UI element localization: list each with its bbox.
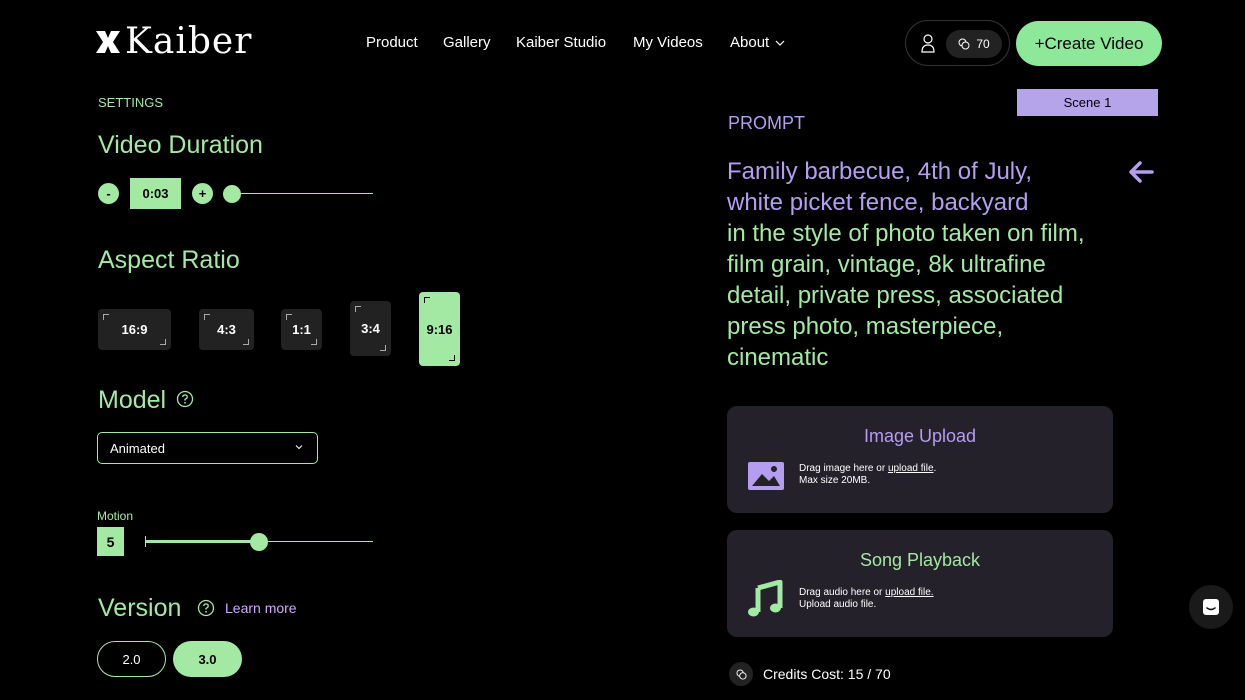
corner-mark <box>311 339 317 345</box>
corner-mark <box>243 339 249 345</box>
aspect-4-3-label: 4:3 <box>217 322 236 337</box>
credits-cost: Credits Cost: 15 / 70 <box>729 662 891 686</box>
video-duration-title: Video Duration <box>98 131 263 159</box>
corner-mark <box>449 355 455 361</box>
aspect-9-16-label: 9:16 <box>426 321 453 337</box>
song-playback-hint: Drag audio here or <box>799 587 886 598</box>
version-title: Version <box>98 594 182 622</box>
prompt-style-line: film grain, vintage, 8k ultrafine <box>727 251 1046 278</box>
back-arrow-icon[interactable] <box>1128 160 1154 184</box>
help-icon[interactable] <box>176 390 194 408</box>
aspect-4-3-option[interactable]: 4:3 <box>199 309 254 350</box>
corner-mark <box>103 314 109 320</box>
learn-more-link[interactable]: Learn more <box>225 600 297 616</box>
coins-icon <box>958 38 970 50</box>
image-upload-description: Drag image here or upload file. Max size… <box>799 463 936 487</box>
version-2-0-button[interactable]: 2.0 <box>97 641 166 677</box>
duration-slider-track[interactable] <box>223 193 373 194</box>
credits-cost-badge <box>729 662 753 686</box>
corner-mark <box>380 345 386 351</box>
prompt-text[interactable]: Family barbecue, 4th of July, white pick… <box>727 156 1127 373</box>
prompt-style-line: cinematic <box>727 344 829 371</box>
song-upload-file-link[interactable]: upload file. <box>885 587 933 598</box>
image-upload-size-limit: Max size 20MB. <box>799 475 871 486</box>
chevron-down-icon <box>295 445 303 450</box>
logo-text: Kaiber <box>125 21 253 62</box>
account-pill[interactable]: 70 <box>905 20 1010 66</box>
model-select[interactable]: Animated <box>97 432 318 464</box>
prompt-label: PROMPT <box>728 113 806 133</box>
motion-value[interactable]: 5 <box>97 527 124 556</box>
image-upload-card[interactable]: Image Upload Drag image here or upload f… <box>727 406 1113 513</box>
model-select-value: Animated <box>110 440 165 456</box>
aspect-ratio-title: Aspect Ratio <box>98 246 240 274</box>
corner-mark <box>160 339 166 345</box>
prompt-style-line: in the style of photo taken on film, <box>727 220 1085 247</box>
nav-kaiber-studio[interactable]: Kaiber Studio <box>516 34 606 51</box>
nav-about-label: About <box>730 34 770 51</box>
corner-mark <box>204 314 210 320</box>
chat-icon <box>1203 599 1219 615</box>
image-icon <box>748 462 784 490</box>
song-playback-description: Drag audio here or upload file. Upload a… <box>799 587 934 611</box>
version-3-0-button[interactable]: 3.0 <box>173 641 242 677</box>
corner-mark <box>424 297 430 303</box>
prompt-subject-line: white picket fence, backyard <box>727 189 1029 216</box>
nav-my-videos[interactable]: My Videos <box>633 34 703 51</box>
aspect-16-9-label: 16:9 <box>121 322 148 337</box>
create-video-button[interactable]: +Create Video <box>1016 21 1162 66</box>
aspect-3-4-label: 3:4 <box>361 321 380 336</box>
corner-mark <box>355 306 361 312</box>
nav-about[interactable]: About <box>730 34 785 51</box>
image-upload-file-link[interactable]: upload file <box>888 463 934 474</box>
kaiber-logo-mark-icon <box>96 31 120 53</box>
scene-tab[interactable]: Scene 1 <box>1017 89 1158 116</box>
motion-slider-handle[interactable] <box>250 533 268 551</box>
kaiber-logo[interactable]: Kaiber <box>93 22 252 62</box>
model-title: Model <box>98 386 167 414</box>
song-playback-card[interactable]: Song Playback Drag audio here or upload … <box>727 530 1113 637</box>
prompt-subject-line: Family barbecue, 4th of July, <box>727 158 1033 185</box>
song-playback-title: Song Playback <box>859 550 981 570</box>
help-icon[interactable] <box>197 599 215 617</box>
aspect-1-1-option[interactable]: 1:1 <box>281 309 322 350</box>
motion-slider-fill <box>145 540 259 543</box>
song-playback-subhint: Upload audio file. <box>799 599 877 610</box>
settings-label: SETTINGS <box>98 95 164 110</box>
prompt-style-line: press photo, masterpiece, <box>727 313 1004 340</box>
nav-gallery[interactable]: Gallery <box>443 34 491 51</box>
credits-count: 70 <box>976 37 990 51</box>
chevron-down-icon <box>775 40 785 46</box>
duration-slider-handle[interactable] <box>223 185 241 203</box>
music-note-icon <box>748 580 783 617</box>
motion-label: Motion <box>97 509 134 523</box>
duration-minus-button[interactable]: - <box>98 183 119 204</box>
credits-cost-text: Credits Cost: 15 / 70 <box>763 666 891 682</box>
user-icon <box>921 34 935 53</box>
top-nav-bar: Kaiber Product Gallery Kaiber Studio My … <box>0 0 1245 86</box>
image-upload-hint: Drag image here or <box>799 463 888 474</box>
prompt-style-line: detail, private press, associated <box>727 282 1064 309</box>
image-upload-hint-end: . <box>933 463 937 474</box>
duration-plus-button[interactable]: + <box>192 183 213 204</box>
aspect-1-1-label: 1:1 <box>292 322 311 337</box>
credits-badge: 70 <box>946 30 1002 58</box>
aspect-16-9-option[interactable]: 16:9 <box>98 309 171 350</box>
aspect-3-4-option[interactable]: 3:4 <box>350 301 391 356</box>
nav-product[interactable]: Product <box>366 34 418 51</box>
image-upload-title: Image Upload <box>863 426 977 446</box>
corner-mark <box>286 314 292 320</box>
support-chat-button[interactable] <box>1189 585 1233 629</box>
duration-value[interactable]: 0:03 <box>130 178 181 209</box>
coins-icon <box>735 668 747 680</box>
aspect-9-16-option[interactable]: 9:16 <box>419 292 460 366</box>
